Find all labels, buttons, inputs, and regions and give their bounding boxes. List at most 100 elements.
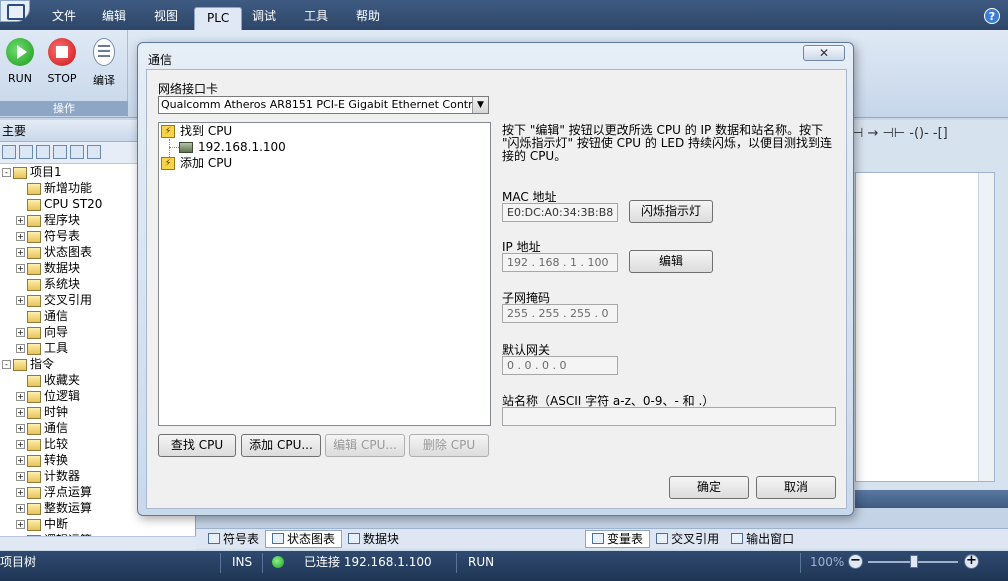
tree-item-label: 整数运算 <box>44 501 93 515</box>
expander-icon[interactable]: + <box>16 328 25 337</box>
menu-tools[interactable]: 工具 <box>292 6 340 26</box>
connection-led-icon <box>272 556 284 568</box>
tree-item-label: CPU ST20 <box>44 197 103 211</box>
cpu-ip-node[interactable]: 192.168.1.100 <box>179 139 286 155</box>
tree-item-label: 比较 <box>44 437 69 451</box>
tab-output-window[interactable]: 输出窗口 <box>725 530 800 548</box>
expander-icon[interactable]: - <box>2 360 11 369</box>
tab-symbol-table[interactable]: 符号表 <box>202 530 265 548</box>
folder-icon <box>27 518 41 531</box>
ladder-toolbar[interactable]: ⊣ → ⊣⊢ ‑()‑ ‑[] <box>852 126 1008 146</box>
zoom-out-icon[interactable]: − <box>848 554 863 569</box>
add-cpu-button[interactable]: 添加 CPU... <box>241 434 321 457</box>
compile-label: 编译 <box>93 74 115 87</box>
project-tree-hscroll[interactable] <box>0 536 196 550</box>
expander-icon[interactable]: + <box>16 408 25 417</box>
expander-icon[interactable]: + <box>16 248 25 257</box>
dialog-close-button[interactable]: ✕ <box>803 45 845 61</box>
run-button[interactable]: RUN <box>0 38 40 85</box>
expander-icon[interactable]: - <box>2 168 11 177</box>
status-separator <box>800 553 801 573</box>
delete-cpu-button[interactable]: 删除 CPU <box>409 434 489 457</box>
status-connection: 已连接 192.168.1.100 <box>304 555 432 569</box>
find-cpu-button[interactable]: 查找 CPU <box>158 434 236 457</box>
station-name-field <box>502 407 836 426</box>
found-cpu-label: 找到 CPU <box>180 124 233 138</box>
flash-led-button[interactable]: 闪烁指示灯 <box>629 200 713 223</box>
toolbar-icon[interactable] <box>70 145 84 159</box>
expander-icon[interactable]: + <box>16 296 25 305</box>
stop-button[interactable]: STOP <box>42 38 82 85</box>
edit-cpu-button[interactable]: 编辑 CPU... <box>325 434 405 457</box>
tab-cross-reference[interactable]: 交叉引用 <box>650 530 725 548</box>
toolbar-icon[interactable] <box>2 145 16 159</box>
expander-icon[interactable]: + <box>16 232 25 241</box>
zoom-in-icon[interactable]: + <box>964 554 979 569</box>
folder-icon <box>27 294 41 307</box>
expander-icon[interactable]: + <box>16 488 25 497</box>
info-text: 按下 "编辑" 按钮以更改所选 CPU 的 IP 数据和站名称。按下 "闪烁指示… <box>502 123 833 163</box>
add-cpu-node[interactable]: ⚡ 添加 CPU <box>161 155 232 171</box>
folder-icon <box>27 230 41 243</box>
expander-icon[interactable]: + <box>16 264 25 273</box>
folder-icon <box>27 422 41 435</box>
tree-connector <box>169 147 179 148</box>
compile-button[interactable]: 编译 <box>84 38 124 88</box>
tab-data-block[interactable]: 数据块 <box>342 530 405 548</box>
expander-icon[interactable]: + <box>16 424 25 433</box>
operation-group: RUN STOP 编译 操作 <box>0 30 128 118</box>
folder-icon <box>13 166 27 179</box>
menu-help[interactable]: 帮助 <box>344 6 392 26</box>
ok-button[interactable]: 确定 <box>669 476 749 499</box>
expander-icon[interactable]: + <box>16 504 25 513</box>
menu-debug[interactable]: 调试 <box>240 6 288 26</box>
gateway-field: 0 . 0 . 0 . 0 <box>502 356 618 375</box>
editor-vscroll[interactable] <box>978 173 994 481</box>
menu-edit[interactable]: 编辑 <box>90 6 138 26</box>
toolbar-icon[interactable] <box>87 145 101 159</box>
tree-item-label: 状态图表 <box>44 245 93 259</box>
nic-select[interactable]: Qualcomm Atheros AR8151 PCI-E Gigabit Et… <box>158 96 489 114</box>
tree-item[interactable]: + 中断 <box>0 516 195 532</box>
window-icon <box>731 533 744 544</box>
zoom-slider-thumb[interactable] <box>910 555 918 568</box>
expander-icon[interactable]: + <box>16 520 25 529</box>
tree-item-label: 指令 <box>30 357 55 371</box>
status-separator <box>456 553 457 573</box>
tree-item-label: 新增功能 <box>44 181 93 195</box>
menu-file[interactable]: 文件 <box>40 6 88 26</box>
expander-icon[interactable]: + <box>16 472 25 481</box>
compile-icon <box>93 38 115 66</box>
toolbar-icon[interactable] <box>53 145 67 159</box>
tab-variable-table[interactable]: 变量表 <box>585 529 651 548</box>
subnet-field: 255 . 255 . 255 . 0 <box>502 304 618 323</box>
chevron-down-icon[interactable]: ▼ <box>472 97 488 113</box>
status-ins: INS <box>232 555 253 569</box>
application-menu-button[interactable] <box>0 0 30 22</box>
lightning-icon: ⚡ <box>161 125 175 138</box>
communication-dialog: 通信 ✕ 网络接口卡 Qualcomm Atheros AR8151 PCI-E… <box>137 42 854 516</box>
status-separator <box>220 553 221 573</box>
tab-label: 交叉引用 <box>671 531 720 546</box>
expander-icon[interactable]: + <box>16 216 25 225</box>
run-label: RUN <box>8 72 32 85</box>
expander-icon[interactable]: + <box>16 344 25 353</box>
edit-button[interactable]: 编辑 <box>629 250 713 273</box>
tab-status-chart[interactable]: 状态图表 <box>265 529 343 548</box>
ip-field: 192 . 168 . 1 . 100 <box>502 253 618 272</box>
cancel-button[interactable]: 取消 <box>756 476 836 499</box>
status-bar: 项目树 INS 已连接 192.168.1.100 RUN 100% − + <box>0 551 1008 581</box>
dialog-title: 通信 <box>148 53 173 67</box>
status-pane-label: 项目树 <box>0 555 37 569</box>
tree-item-label: 项目1 <box>30 165 62 179</box>
expander-icon[interactable]: + <box>16 392 25 401</box>
menu-view[interactable]: 视图 <box>142 6 190 26</box>
toolbar-icon[interactable] <box>19 145 33 159</box>
found-cpu-node[interactable]: ⚡ 找到 CPU <box>161 123 232 139</box>
help-icon[interactable]: ? <box>984 8 1000 24</box>
expander-icon[interactable]: + <box>16 456 25 465</box>
toolbar-icon[interactable] <box>36 145 50 159</box>
status-separator <box>262 553 263 573</box>
expander-icon[interactable]: + <box>16 440 25 449</box>
menu-plc[interactable]: PLC <box>194 7 243 30</box>
